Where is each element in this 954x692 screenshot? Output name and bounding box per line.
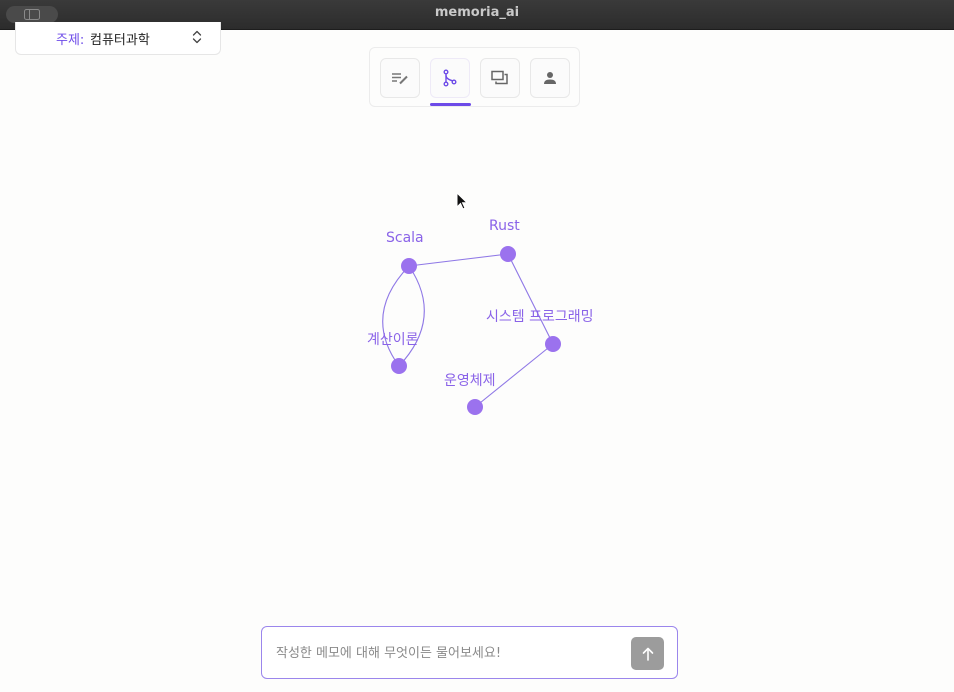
graph-node-systems[interactable] (545, 336, 561, 352)
graph-node-label: 계산이론 (367, 332, 419, 348)
graph-edge (507, 253, 554, 345)
knowledge-graph[interactable] (0, 0, 954, 692)
graph-node-os[interactable] (467, 399, 483, 415)
graph-node-computation[interactable] (391, 358, 407, 374)
graph-node-label: 운영체제 (444, 373, 496, 389)
graph-edge (398, 265, 425, 367)
graph-node-label: Scala (386, 230, 424, 246)
arrow-up-icon (642, 647, 653, 661)
chat-input[interactable] (274, 641, 618, 665)
graph-node-label: Rust (489, 218, 520, 234)
mouse-cursor-icon (456, 192, 469, 210)
graph-node-label: 시스템 프로그래밍 (486, 309, 594, 325)
graph-edge (382, 265, 410, 367)
chat-box (261, 626, 678, 679)
send-button[interactable] (631, 637, 664, 670)
app-window: memoria_ai 주제: 컴퓨터과학 Scala Rust 시스템 프로그래… (0, 0, 954, 692)
graph-edge (408, 253, 509, 267)
graph-node-scala[interactable] (401, 258, 417, 274)
graph-node-rust[interactable] (500, 246, 516, 262)
